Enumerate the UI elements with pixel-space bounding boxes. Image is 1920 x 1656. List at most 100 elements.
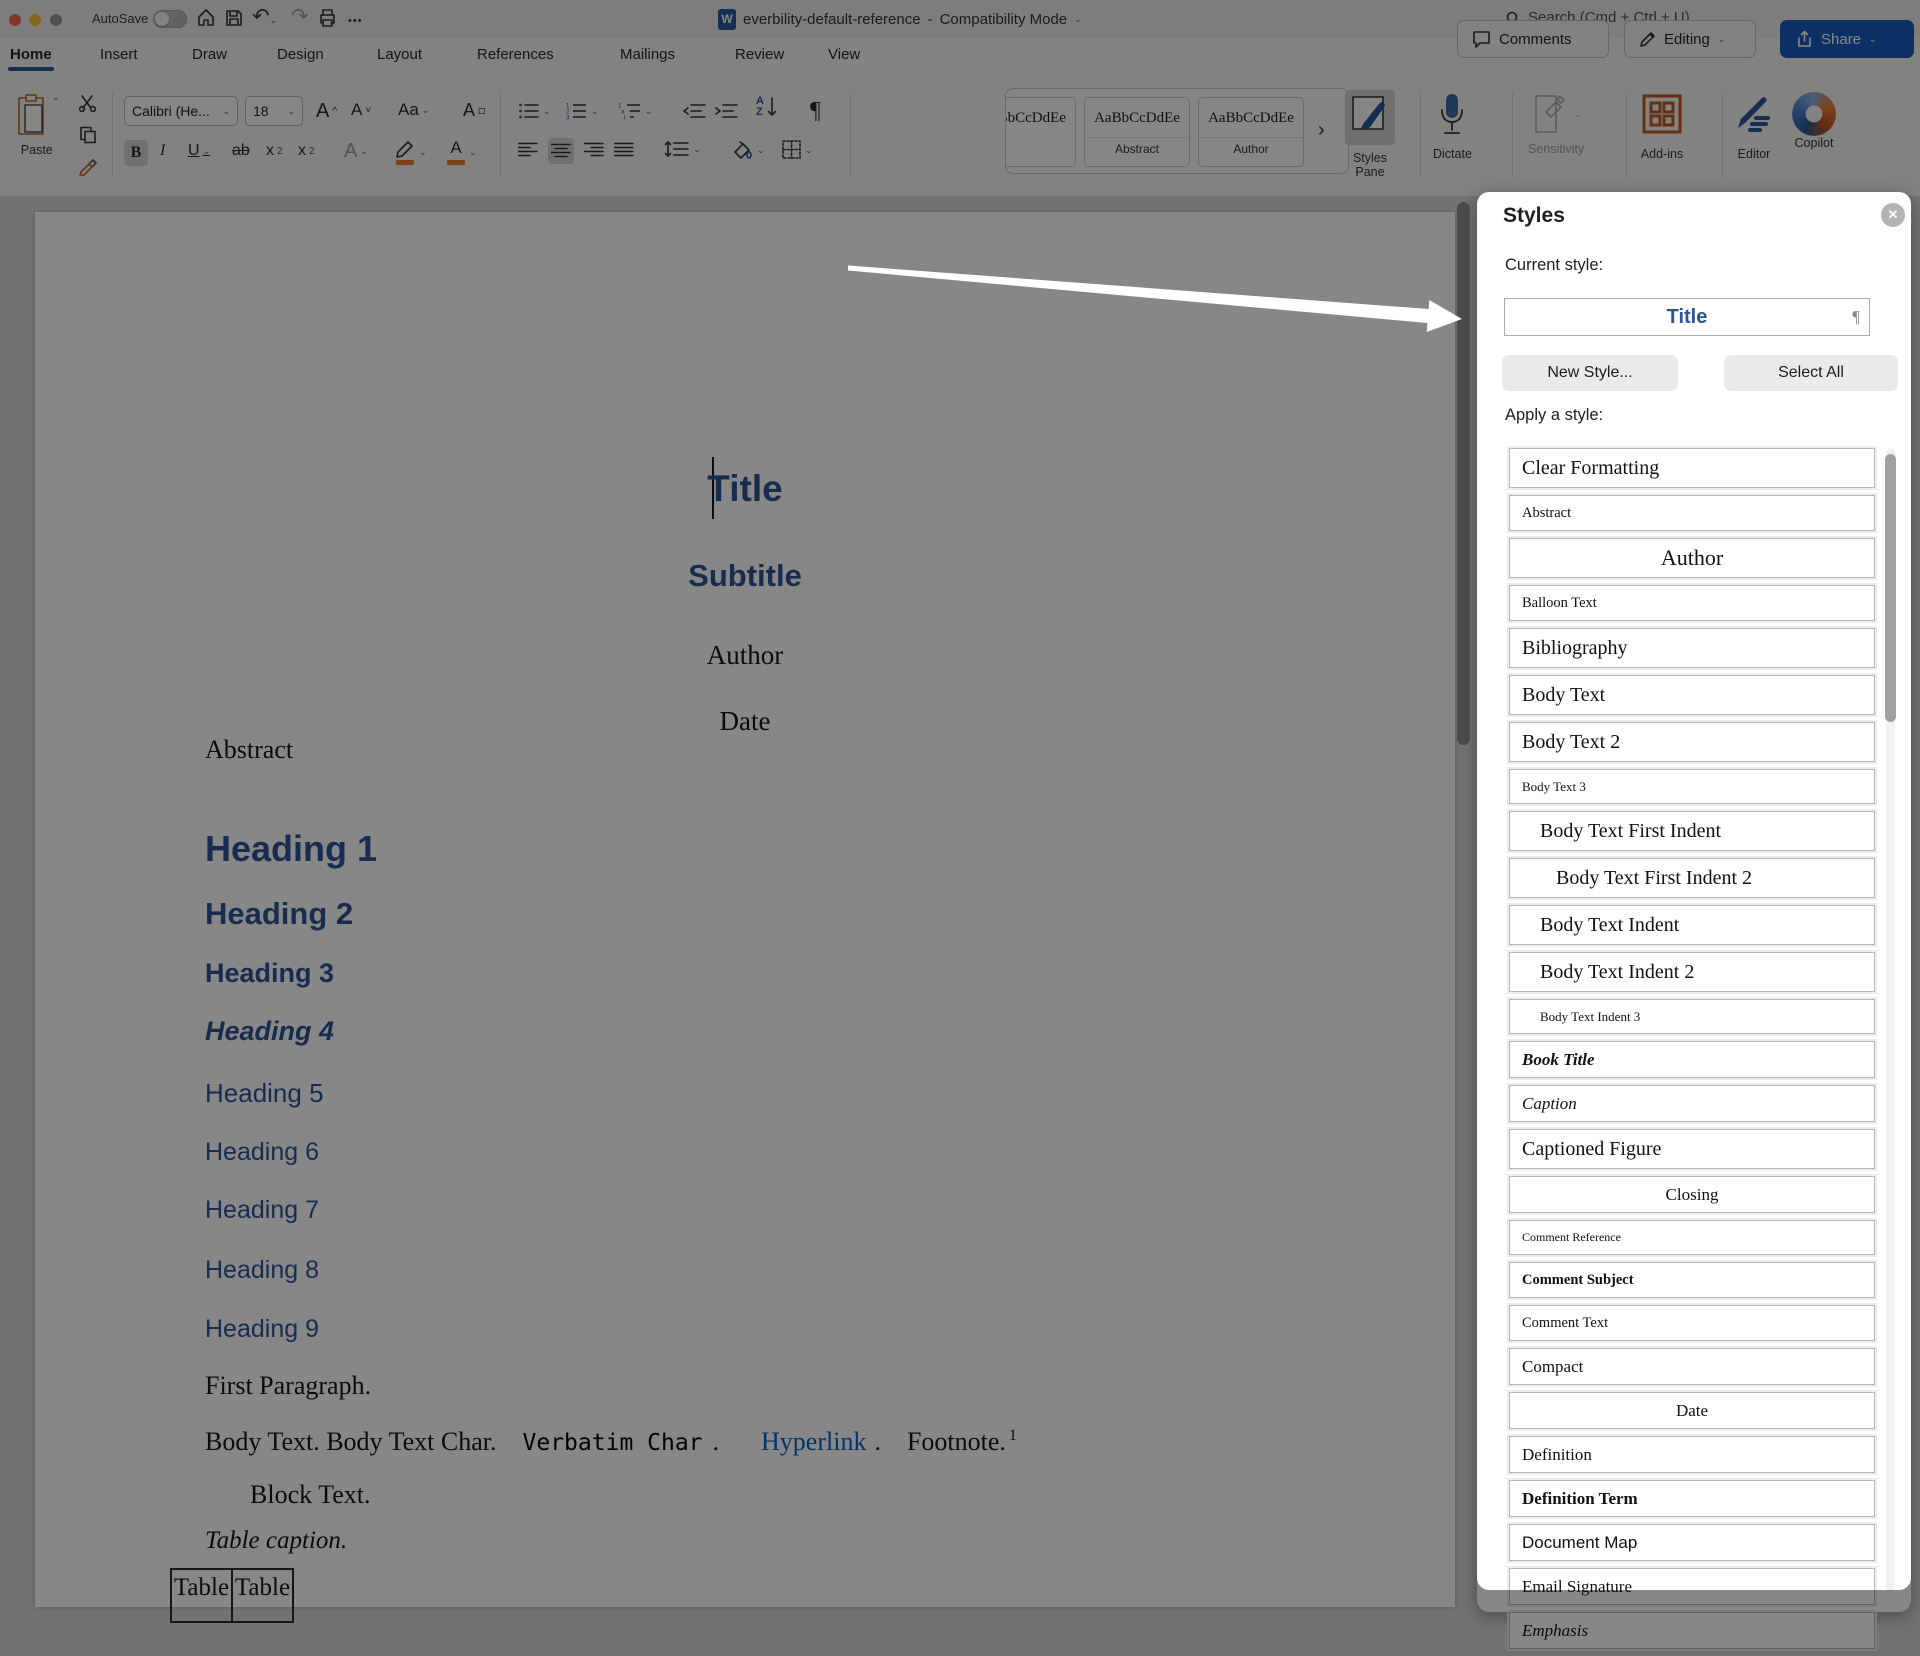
multilevel-list-button[interactable]: 1ai⌄ xyxy=(618,102,653,120)
bullet-list-button[interactable]: ⌄ xyxy=(518,102,551,120)
more-options-icon[interactable]: ••• xyxy=(348,10,363,32)
undo-icon[interactable]: ↶⌄ xyxy=(252,6,277,31)
style-list-item[interactable]: Closing xyxy=(1509,1176,1875,1213)
new-style-button[interactable]: New Style... xyxy=(1502,355,1678,391)
tab-insert[interactable]: Insert xyxy=(100,46,138,63)
cut-icon[interactable] xyxy=(78,94,98,117)
shrink-font-button[interactable]: A˅ xyxy=(351,100,371,120)
home-icon[interactable] xyxy=(196,7,216,29)
style-list-item[interactable]: Comment Reference xyxy=(1509,1220,1875,1255)
style-list-item[interactable]: Captioned Figure xyxy=(1509,1129,1875,1169)
align-center-button[interactable] xyxy=(548,138,574,164)
close-icon[interactable]: ✕ xyxy=(1881,203,1905,227)
close-window-button[interactable] xyxy=(9,14,21,26)
tab-mailings[interactable]: Mailings xyxy=(620,46,675,63)
highlight-color-button[interactable]: ⌄ xyxy=(394,138,427,166)
style-list-item[interactable]: Clear Formatting xyxy=(1509,448,1875,488)
grow-font-button[interactable]: A^ xyxy=(316,100,337,123)
tab-design[interactable]: Design xyxy=(277,46,324,63)
shading-button[interactable]: ⌄ xyxy=(732,140,765,160)
save-icon[interactable] xyxy=(224,7,244,29)
select-all-button[interactable]: Select All xyxy=(1724,355,1898,391)
align-left-button[interactable] xyxy=(518,142,538,158)
style-gallery-cell-author[interactable]: AaBbCcDdEe Author xyxy=(1198,97,1304,167)
change-case-button[interactable]: Aa⌄ xyxy=(398,100,429,120)
style-list-item[interactable]: Definition Term xyxy=(1509,1480,1875,1517)
underline-button[interactable]: U⌄ xyxy=(188,142,210,160)
font-size-select[interactable]: 18⌄ xyxy=(245,96,303,126)
paste-button[interactable]: ⌄ Paste xyxy=(14,92,60,157)
style-gallery-cell-partial[interactable]: AaBbCcDdEe xyxy=(1005,97,1076,167)
italic-button[interactable]: I xyxy=(160,142,165,160)
style-list-item[interactable]: Balloon Text xyxy=(1509,585,1875,621)
share-button[interactable]: Share⌄ xyxy=(1780,20,1914,58)
current-style-box[interactable]: Title ¶ xyxy=(1504,298,1870,336)
font-name-select[interactable]: Calibri (He...⌄ xyxy=(124,96,238,126)
style-list-item[interactable]: Body Text Indent 2 xyxy=(1509,952,1875,992)
text-effects-button: A⌄ xyxy=(344,140,368,163)
format-painter-icon[interactable] xyxy=(78,158,98,181)
style-list-item[interactable]: Date xyxy=(1509,1392,1875,1429)
dictate-button[interactable]: Dictate xyxy=(1433,92,1472,161)
gallery-expand-icon[interactable]: › xyxy=(1318,119,1325,142)
document-page[interactable]: TitleSubtitleAuthorDateAbstractHeading 1… xyxy=(35,212,1455,1607)
align-right-button[interactable] xyxy=(584,142,604,158)
style-list-item[interactable]: Document Map xyxy=(1509,1524,1875,1561)
editor-button[interactable]: Editor xyxy=(1732,92,1776,161)
copy-icon[interactable] xyxy=(78,126,98,149)
clear-formatting-button[interactable]: A◇ xyxy=(463,100,486,121)
tab-review[interactable]: Review xyxy=(735,46,784,63)
style-list-item[interactable]: Email Signature xyxy=(1509,1568,1875,1605)
style-gallery-cell-abstract[interactable]: AaBbCcDdEe Abstract xyxy=(1084,97,1190,167)
style-list-item[interactable]: Book Title xyxy=(1509,1041,1875,1078)
tab-draw[interactable]: Draw xyxy=(192,46,227,63)
style-list-item[interactable]: Body Text Indent xyxy=(1509,905,1875,945)
style-list-item[interactable]: Body Text xyxy=(1509,675,1875,715)
increase-indent-button[interactable] xyxy=(714,102,738,120)
style-list-item[interactable]: Comment Subject xyxy=(1509,1262,1875,1298)
font-color-button[interactable]: A ⌄ xyxy=(446,138,477,166)
decrease-indent-button[interactable] xyxy=(682,102,706,120)
style-list-item[interactable]: Body Text 2 xyxy=(1509,722,1875,762)
editing-mode-button[interactable]: Editing⌄ xyxy=(1624,20,1756,58)
borders-button[interactable]: ⌄ xyxy=(782,140,813,160)
autosave-toggle[interactable] xyxy=(153,10,187,28)
numbered-list-button[interactable]: 123⌄ xyxy=(566,102,599,120)
styles-scrollbar[interactable] xyxy=(1885,454,1896,722)
style-list-item[interactable]: Body Text First Indent xyxy=(1509,811,1875,851)
style-list-item[interactable]: Body Text Indent 3 xyxy=(1509,999,1875,1034)
styles-pane-button[interactable]: StylesPane xyxy=(1345,90,1395,179)
bold-button[interactable]: B xyxy=(124,140,148,166)
text-run: Body Text. Body Text Char. xyxy=(205,1427,497,1456)
tab-references[interactable]: References xyxy=(477,46,554,63)
style-list-item[interactable]: Caption xyxy=(1509,1085,1875,1122)
paste-dropdown-icon[interactable]: ⌄ xyxy=(52,92,60,103)
strikethrough-button[interactable]: ab xyxy=(232,142,250,160)
zoom-window-button[interactable] xyxy=(50,14,62,26)
style-list-item[interactable]: Definition xyxy=(1509,1436,1875,1473)
subscript-button[interactable]: x2 xyxy=(266,142,283,160)
sort-button[interactable]: AZ xyxy=(756,96,777,118)
tab-home[interactable]: Home xyxy=(10,46,52,63)
superscript-button[interactable]: x2 xyxy=(298,142,315,160)
print-icon[interactable] xyxy=(317,7,338,29)
document-title[interactable]: W everbility-default-reference - Compati… xyxy=(718,8,1082,30)
style-list-item[interactable]: Bibliography xyxy=(1509,628,1875,668)
add-ins-button[interactable]: Add-ins xyxy=(1640,92,1684,161)
style-list-item[interactable]: Emphasis xyxy=(1509,1612,1875,1649)
style-list-item[interactable]: Body Text 3 xyxy=(1509,769,1875,804)
minimize-window-button[interactable] xyxy=(29,14,41,26)
tab-view[interactable]: View xyxy=(828,46,860,63)
line-spacing-button[interactable]: ⌄ xyxy=(664,140,701,158)
justify-button[interactable] xyxy=(614,142,634,158)
style-list-item[interactable]: Author xyxy=(1509,538,1875,578)
comments-button[interactable]: Comments xyxy=(1457,20,1609,58)
copilot-button[interactable]: Copilot xyxy=(1792,92,1836,156)
show-paragraph-marks-button[interactable]: ¶ xyxy=(810,98,821,125)
style-list-item[interactable]: Abstract xyxy=(1509,495,1875,531)
style-list-item[interactable]: Comment Text xyxy=(1509,1305,1875,1341)
style-list-item[interactable]: Compact xyxy=(1509,1348,1875,1385)
document-scrollbar[interactable] xyxy=(1457,202,1470,745)
tab-layout[interactable]: Layout xyxy=(377,46,422,63)
style-list-item[interactable]: Body Text First Indent 2 xyxy=(1509,858,1875,898)
